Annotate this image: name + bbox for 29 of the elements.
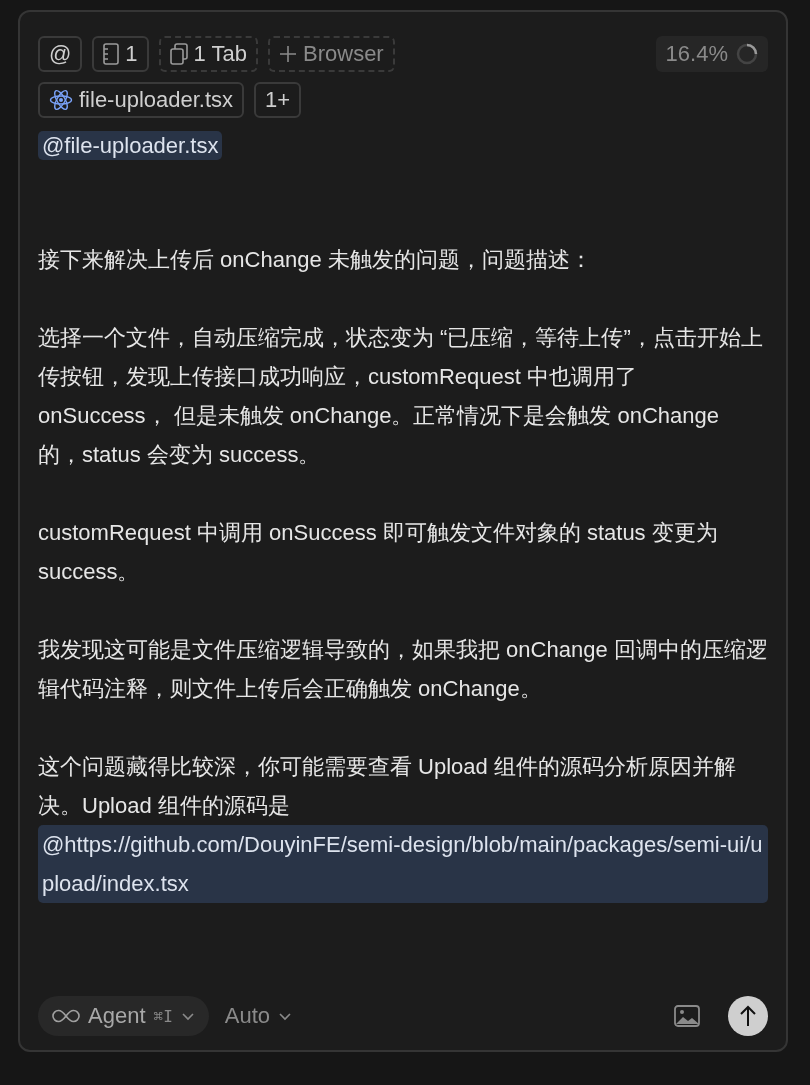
agent-mode-dropdown[interactable]: Agent ⌘I — [38, 996, 209, 1036]
more-files-chip[interactable]: 1+ — [254, 82, 302, 118]
arrow-up-icon — [739, 1005, 757, 1027]
message-paragraph: 我发现这可能是文件压缩逻辑导致的，如果我把 onChange 回调中的压缩逻辑代码注释，则文件上传后会正确触发 onChange。 — [38, 636, 768, 703]
file-chip[interactable]: file-uploader.tsx — [38, 82, 245, 118]
atom-icon — [49, 88, 73, 112]
image-icon[interactable] — [674, 1005, 700, 1027]
context-chip[interactable]: 1 Tab — [158, 36, 258, 72]
context-chip[interactable]: 1 — [92, 36, 149, 72]
context-chip[interactable]: @ — [38, 36, 83, 72]
usage-indicator: 16.4% — [655, 36, 768, 72]
message-paragraph: 接下来解决上传后 onChange 未触发的问题，问题描述： — [38, 246, 593, 274]
infinity-icon — [52, 1009, 80, 1023]
url-mention[interactable]: @https://github.com/DouyinFE/semi-design/blob/main/packages/semi-ui/upload/index.tsx — [38, 825, 768, 903]
chevron-icon — [278, 1011, 293, 1021]
send-button[interactable] — [728, 996, 768, 1036]
shortcut-label: ⌘I — [153, 1006, 173, 1026]
context-chip[interactable]: Browser — [268, 36, 395, 72]
file-mention[interactable]: @file-uploader.tsx — [38, 131, 223, 160]
chevron-icon — [180, 1011, 195, 1021]
mode-label: Agent — [88, 1003, 146, 1029]
model-dropdown[interactable]: Auto — [224, 1003, 293, 1029]
spinner-icon — [736, 43, 758, 65]
plus-icon — [279, 45, 297, 63]
copy-icon — [169, 43, 188, 65]
message-paragraph: 这个问题藏得比较深，你可能需要查看 Upload 组件的源码分析原因并解决。Upload 组件的源码是 — [38, 753, 737, 820]
ruler-icon — [103, 43, 120, 65]
message-paragraph: 选择一个文件，自动压缩完成，状态变为 “已压缩，等待上传”，点击开始上传按钮，发现上传接口成功响应，customRequest 中也调用了 onSuccess， 但是未触发 onChange。正常情况下是会触发 onChange 的，status 会变为 success。 — [38, 324, 764, 469]
message-paragraph: customRequest 中调用 onSuccess 即可触发文件对象的 status 变更为 success。 — [38, 519, 719, 586]
